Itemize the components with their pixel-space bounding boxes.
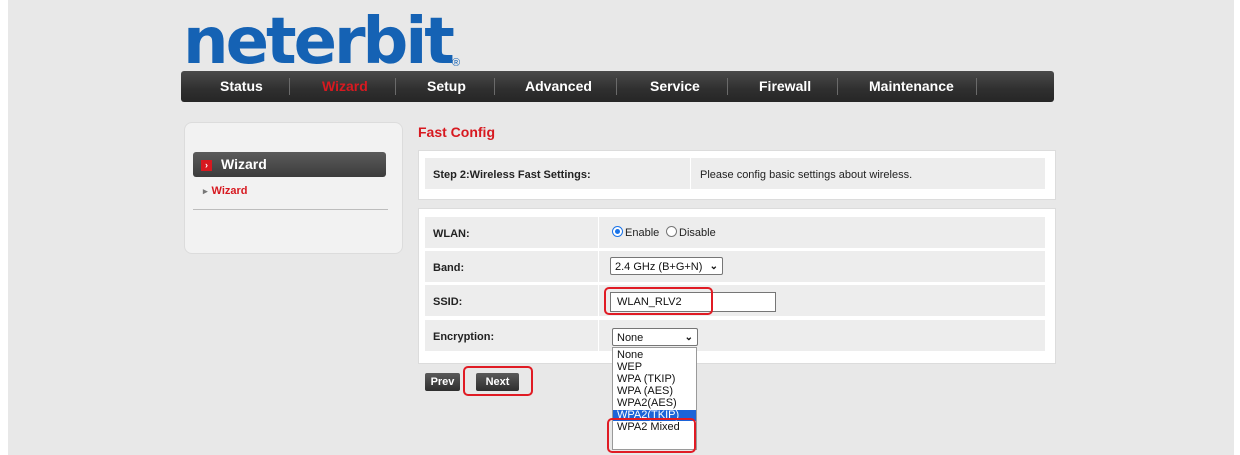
band-label: Band: [433,262,465,274]
sidebar-item-label: Wizard [211,185,248,197]
encryption-label: Encryption: [433,331,495,343]
nav-firewall[interactable]: Firewall [759,71,811,102]
chevron-down-icon: ⌄ [684,332,693,343]
nav-separator [616,78,617,95]
ssid-highlight-box [604,287,713,315]
cell-divider [598,251,599,282]
cell-divider [598,285,599,316]
wpa2-mixed-highlight-box [607,418,696,453]
encryption-option[interactable]: WPA (TKIP) [613,374,696,385]
divider [193,209,388,210]
ssid-label: SSID: [433,296,463,308]
encryption-option[interactable]: WPA2(AES) [613,398,696,409]
bullet-icon: ▸ [203,186,208,196]
nav-advanced[interactable]: Advanced [525,71,592,102]
nav-wizard[interactable]: Wizard [322,71,368,102]
prev-button[interactable]: Prev [425,373,460,391]
registered-mark: ® [452,57,461,69]
cell-divider [598,320,599,351]
encryption-select-value: None [617,332,644,344]
nav-separator [837,78,838,95]
wlan-disable-radio[interactable] [666,226,677,237]
wlan-enable-label: Enable [625,227,660,239]
nav-setup[interactable]: Setup [427,71,466,102]
sidebar-heading[interactable]: › Wizard [193,152,386,177]
nav-separator [727,78,728,95]
main-nav: Status Wizard Setup Advanced Service Fir… [181,71,1054,102]
step-label: Step 2:Wireless Fast Settings: [433,169,591,181]
form-row-wlan [425,217,1045,248]
encryption-option[interactable]: WPA (AES) [613,386,696,397]
sidebar-heading-label: Wizard [221,156,267,172]
nav-separator [395,78,396,95]
nav-separator [289,78,290,95]
form-row-encryption [425,320,1045,351]
nav-separator [976,78,977,95]
nav-status[interactable]: Status [220,71,263,102]
next-highlight-box [463,366,533,396]
cell-divider [690,158,691,189]
wlan-enable-radio[interactable] [612,226,623,237]
band-select-value: 2.4 GHz (B+G+N) [615,261,703,273]
form-row-band [425,251,1045,282]
step-description: Please config basic settings about wirel… [700,169,913,181]
encryption-option[interactable]: None [613,350,696,361]
brand-logo: neterbit [183,5,455,79]
cell-divider [598,217,599,248]
nav-service[interactable]: Service [650,71,700,102]
chevron-right-icon: › [201,160,212,171]
encryption-select[interactable]: None ⌄ [612,328,698,346]
nav-maintenance[interactable]: Maintenance [869,71,954,102]
chevron-down-icon: ⌄ [709,261,718,272]
wlan-label: WLAN: [433,228,470,240]
band-select[interactable]: 2.4 GHz (B+G+N) ⌄ [610,257,723,275]
sidebar-item-wizard[interactable]: ▸ Wizard [203,185,248,197]
encryption-option[interactable]: WEP [613,362,696,373]
wlan-disable-label: Disable [679,227,716,239]
page-title: Fast Config [418,124,495,140]
nav-separator [494,78,495,95]
